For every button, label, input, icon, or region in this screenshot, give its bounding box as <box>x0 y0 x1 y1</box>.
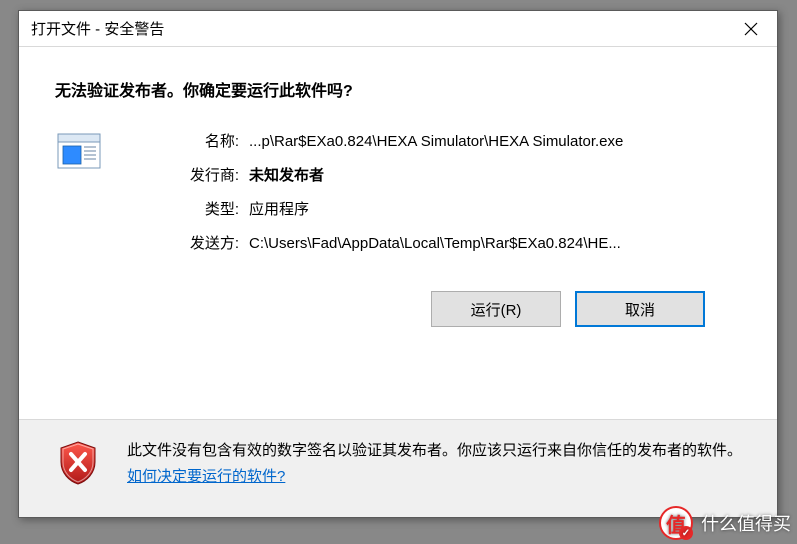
name-value: ...p\Rar$EXa0.824\HEXA Simulator\HEXA Si… <box>249 131 741 153</box>
info-table: 名称: ...p\Rar$EXa0.824\HEXA Simulator\HEX… <box>177 131 741 267</box>
warning-footer: 此文件没有包含有效的数字签名以验证其发布者。你应该只运行来自你信任的发布者的软件… <box>19 419 777 517</box>
info-name-row: 名称: ...p\Rar$EXa0.824\HEXA Simulator\HEX… <box>177 131 741 153</box>
security-warning-dialog: 打开文件 - 安全警告 无法验证发布者。你确定要运行此软件吗? <box>18 10 778 518</box>
close-icon <box>744 22 758 36</box>
cancel-button[interactable]: 取消 <box>575 291 705 327</box>
window-title: 打开文件 - 安全警告 <box>31 18 725 39</box>
info-section: 名称: ...p\Rar$EXa0.824\HEXA Simulator\HEX… <box>55 131 741 267</box>
shield-warning-icon <box>57 440 99 486</box>
type-value: 应用程序 <box>249 199 741 221</box>
info-from-row: 发送方: C:\Users\Fad\AppData\Local\Temp\Rar… <box>177 233 741 255</box>
publisher-label: 发行商: <box>177 165 249 187</box>
name-label: 名称: <box>177 131 249 153</box>
help-link[interactable]: 如何决定要运行的软件? <box>127 468 285 485</box>
info-type-row: 类型: 应用程序 <box>177 199 741 221</box>
info-publisher-row: 发行商: 未知发布者 <box>177 165 741 187</box>
publisher-value: 未知发布者 <box>249 165 741 187</box>
dialog-heading: 无法验证发布者。你确定要运行此软件吗? <box>55 77 741 101</box>
warning-text: 此文件没有包含有效的数字签名以验证其发布者。你应该只运行来自你信任的发布者的软件… <box>107 438 749 490</box>
shield-icon-wrap <box>57 438 107 490</box>
run-button[interactable]: 运行(R) <box>431 291 561 327</box>
warning-message: 此文件没有包含有效的数字签名以验证其发布者。你应该只运行来自你信任的发布者的软件… <box>127 442 742 459</box>
close-button[interactable] <box>725 11 777 47</box>
titlebar: 打开文件 - 安全警告 <box>19 11 777 47</box>
from-label: 发送方: <box>177 233 249 255</box>
watermark-text: 什么值得买 <box>701 510 791 536</box>
from-value: C:\Users\Fad\AppData\Local\Temp\Rar$EXa0… <box>249 233 741 255</box>
dialog-content: 无法验证发布者。你确定要运行此软件吗? 名称: ...p\Rar$EXa0.82… <box>19 47 777 327</box>
watermark: 值 什么值得买 <box>659 506 791 540</box>
application-file-icon <box>57 133 101 169</box>
type-label: 类型: <box>177 199 249 221</box>
watermark-badge-icon: 值 <box>659 506 693 540</box>
button-row: 运行(R) 取消 <box>55 267 741 327</box>
file-icon-wrap <box>55 131 115 173</box>
